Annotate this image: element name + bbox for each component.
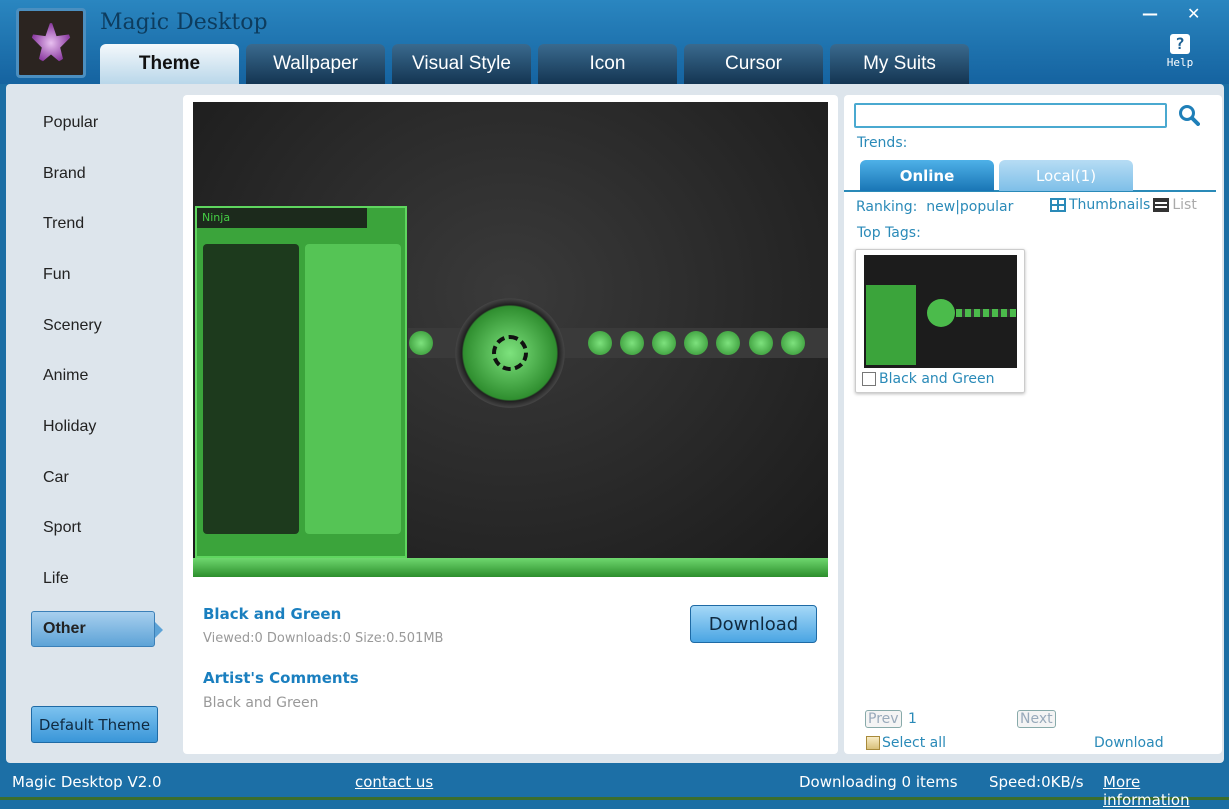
category-sport[interactable]: Sport [43, 519, 81, 537]
category-holiday[interactable]: Holiday [43, 418, 96, 436]
tab-visual-style[interactable]: Visual Style [392, 44, 531, 84]
select-all[interactable]: Select all [866, 735, 946, 751]
theme-thumbnail[interactable]: Black and Green [855, 249, 1025, 393]
app-title: Magic Desktop [100, 10, 268, 35]
batch-download-link[interactable]: Download [1094, 735, 1164, 751]
downloading-status: Downloading 0 items [799, 773, 958, 791]
category-sidebar: Popular Brand Trend Fun Scenery Anime Ho… [6, 84, 176, 763]
preview-menu-user: Ninja [197, 208, 367, 228]
category-life[interactable]: Life [43, 570, 69, 588]
app-logo [16, 8, 86, 78]
select-all-label: Select all [882, 735, 946, 751]
tab-online[interactable]: Online [860, 160, 994, 191]
speed-status: Speed:0KB/s [989, 773, 1084, 791]
tab-cursor[interactable]: Cursor [684, 44, 823, 84]
tab-my-suits[interactable]: My Suits [830, 44, 969, 84]
contact-link[interactable]: contact us [355, 773, 433, 791]
view-toggle: Thumbnails List [1050, 197, 1197, 213]
main-tabs: Theme Wallpaper Visual Style Icon Cursor… [100, 44, 969, 84]
status-bar: Magic Desktop V2.0 contact us Downloadin… [0, 763, 1229, 809]
trends-label: Trends: [857, 135, 908, 151]
sun-orb-icon [455, 298, 565, 408]
ranking-popular-link[interactable]: popular [960, 199, 1013, 215]
search-input[interactable] [854, 103, 1167, 128]
tab-icon[interactable]: Icon [538, 44, 677, 84]
next-button[interactable]: Next [1017, 710, 1056, 728]
category-anime[interactable]: Anime [43, 367, 88, 385]
browse-panel: Trends: Online Local(1) Ranking: new|pop… [844, 95, 1222, 754]
thumbnail-checkbox[interactable] [862, 372, 876, 386]
select-all-checkbox[interactable] [866, 736, 880, 750]
minimize-button[interactable]: — [1142, 4, 1158, 23]
orb-dot [588, 331, 612, 355]
help-icon: ? [1170, 34, 1190, 54]
title-bar: Magic Desktop Theme Wallpaper Visual Sty… [0, 0, 1229, 84]
preview-taskbar [193, 558, 828, 577]
source-tabs: Online Local(1) [844, 160, 1216, 192]
tab-wallpaper[interactable]: Wallpaper [246, 44, 385, 84]
help-button[interactable]: ? Help [1163, 34, 1197, 69]
list-view-button[interactable]: List [1172, 197, 1196, 213]
thumbnails-icon[interactable] [1050, 198, 1066, 212]
orb-dot [409, 331, 433, 355]
more-information-link[interactable]: More information [1103, 773, 1229, 809]
page-number: 1 [908, 711, 917, 727]
default-theme-button[interactable]: Default Theme [31, 706, 158, 743]
theme-meta: Viewed:0 Downloads:0 Size:0.501MB [203, 631, 444, 646]
search-icon[interactable] [1178, 104, 1200, 126]
category-brand[interactable]: Brand [43, 165, 86, 183]
orb-dot [716, 331, 740, 355]
category-fun[interactable]: Fun [43, 266, 71, 284]
orb-dot [749, 331, 773, 355]
comments-title: Artist's Comments [203, 669, 359, 687]
theme-detail-panel: Ninja Black and Green Viewed:0 Downloads… [183, 95, 838, 754]
ranking-new-link[interactable]: new [926, 199, 955, 215]
main-area: Popular Brand Trend Fun Scenery Anime Ho… [6, 84, 1224, 763]
theme-title: Black and Green [203, 605, 342, 623]
version-label: Magic Desktop V2.0 [12, 773, 162, 791]
tab-local[interactable]: Local(1) [999, 160, 1133, 191]
orb-dot [781, 331, 805, 355]
category-popular[interactable]: Popular [43, 114, 98, 132]
theme-preview-image: Ninja [193, 102, 828, 577]
download-button[interactable]: Download [690, 605, 817, 643]
ranking: Ranking: new|popular [856, 199, 1013, 215]
category-other[interactable]: Other [31, 611, 163, 647]
thumbnail-image [864, 255, 1017, 368]
orb-dot [620, 331, 644, 355]
comments-text: Black and Green [203, 695, 319, 711]
top-tags-label: Top Tags: [857, 225, 921, 241]
category-trend[interactable]: Trend [43, 215, 84, 233]
ranking-label: Ranking: [856, 199, 918, 215]
category-scenery[interactable]: Scenery [43, 317, 102, 335]
thumbnails-view-button[interactable]: Thumbnails [1069, 197, 1150, 213]
tab-theme[interactable]: Theme [100, 44, 239, 84]
close-button[interactable]: ✕ [1187, 4, 1200, 23]
list-icon[interactable] [1153, 198, 1170, 212]
thumbnail-name[interactable]: Black and Green [879, 371, 995, 387]
mask-logo-icon [28, 20, 74, 66]
orb-dot [652, 331, 676, 355]
menu-right-pane [305, 244, 401, 534]
prev-button[interactable]: Prev [865, 710, 902, 728]
preview-start-menu: Ninja [195, 206, 407, 558]
orb-dot [684, 331, 708, 355]
thumbnail-label-row: Black and Green [862, 371, 995, 387]
category-car[interactable]: Car [43, 469, 69, 487]
menu-left-pane [203, 244, 299, 534]
